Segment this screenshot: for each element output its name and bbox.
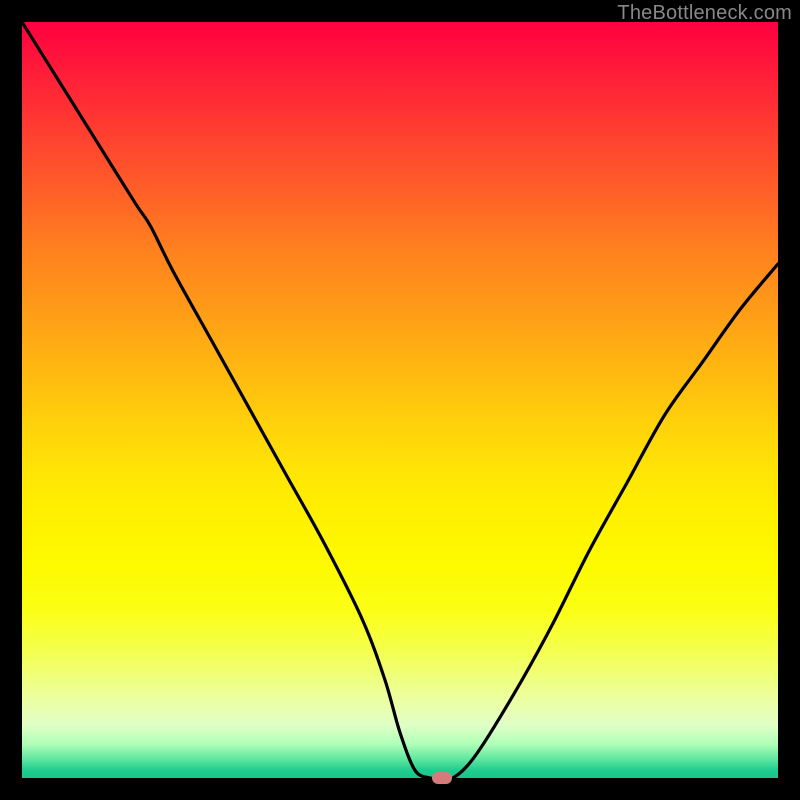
plot-area [22,22,778,778]
bottleneck-curve [22,22,778,778]
optimal-point-marker [432,772,452,784]
watermark-text: TheBottleneck.com [617,2,792,25]
chart-container: TheBottleneck.com [0,0,800,800]
